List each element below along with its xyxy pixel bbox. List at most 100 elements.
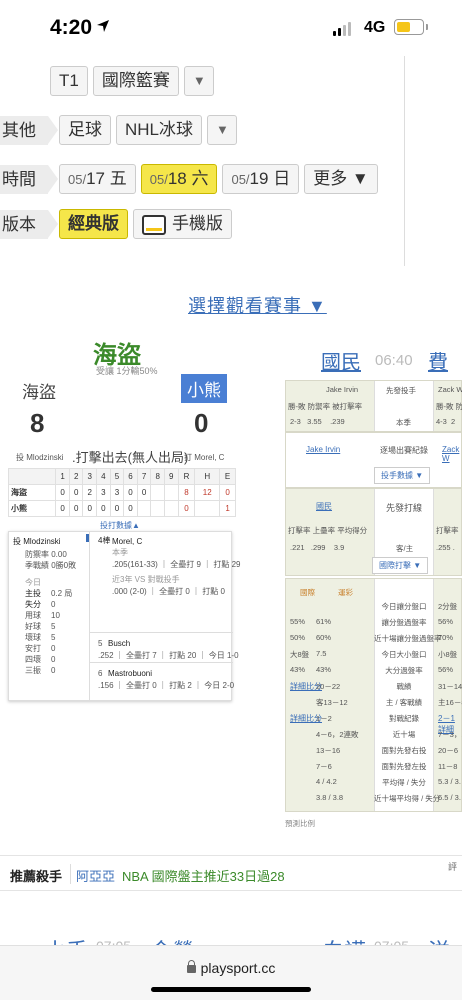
league-intl-basketball-button[interactable]: 國際籃賽 <box>92 66 179 96</box>
home-pitcher-link[interactable]: Zack W <box>442 445 461 463</box>
home-score: 0 <box>194 408 209 438</box>
batter-note: 打 Morel, C <box>184 453 225 462</box>
date-weekday: 五 <box>109 169 127 188</box>
batter-vs-stats: .000 (2-0) ｜ 全壘打 0 ｜ 打點 0 <box>112 587 225 596</box>
odds-cell: 13－16 <box>316 746 341 755</box>
location-arrow-icon <box>97 20 109 32</box>
home-bat-stats: .255 . <box>436 543 455 552</box>
league-t1-button[interactable]: T1 <box>50 66 88 96</box>
recommend-desc-link[interactable]: NBA 國際盤主推近33日過28 <box>122 866 285 885</box>
pitcher-note: 投 Mlodzinski <box>16 453 64 462</box>
divider <box>90 662 233 663</box>
nhl-button[interactable]: NHL冰球 <box>116 115 203 145</box>
pitcher-era: 防禦率 0.00 <box>25 550 67 559</box>
date-month: 05/ <box>68 172 87 187</box>
batter-stats: .252 ｜ 全壘打 7 ｜ 打點 20 ｜ 今日 1-0 <box>98 651 239 660</box>
odds-cell: 50% <box>290 633 306 642</box>
home-indicator[interactable] <box>151 987 311 992</box>
header-cell: 打擊率 <box>288 526 311 535</box>
date-month: 05/ <box>149 172 168 187</box>
batter-avg: .156 <box>98 681 114 690</box>
away-score: 8 <box>30 408 45 438</box>
odds-cell: 20－6 <box>438 746 459 755</box>
sports-lottery-label: 運彩 <box>338 588 353 597</box>
stat: .299 <box>310 543 326 552</box>
current-batter-marker <box>86 534 89 542</box>
chevron-down-icon[interactable]: ▼ <box>207 115 238 145</box>
odds-cell: 近十場 <box>392 730 416 739</box>
cell: 8 <box>150 468 165 485</box>
odds-cell: 讓分盤過盤率 <box>381 618 427 627</box>
recommend-user-link[interactable]: 阿亞亞 <box>76 866 115 885</box>
list-item: 壞球 5 <box>25 632 91 643</box>
cell: 2 <box>82 484 98 501</box>
batter-season-stats: .205(161-33) ｜ 全壘打 9 ｜ 打點 29 <box>112 560 241 569</box>
select-games-link[interactable]: 選擇觀看賽事 ▼ <box>188 292 327 318</box>
cell <box>136 500 152 517</box>
stats-toggle-link[interactable]: 投打數據▲ <box>100 520 140 531</box>
list-item: 用球 10 <box>25 610 91 621</box>
batter-vs-avg: .000 (2-0) <box>112 587 147 596</box>
pitcher-links-panel: Jake Irvin 逐場出賽紀錄 Zack W 投手數據 ▼ <box>285 432 462 488</box>
url-text: playsport.cc <box>200 960 276 976</box>
date-0518-button[interactable]: 05/18 六 <box>140 164 218 194</box>
home-team-name: 小熊 <box>181 374 227 403</box>
home-bat-header: 打擊率 <box>436 525 459 536</box>
table-row: 小熊 0 0 0 0 0 0 0 1 <box>7 500 236 517</box>
list-item: 三振 0 <box>25 665 91 676</box>
away-pitcher-link[interactable]: Jake Irvin <box>306 445 340 454</box>
cell: 1 <box>219 500 236 517</box>
batter-rbi: 打點 20 <box>169 651 197 660</box>
pitcher-stats-dropdown[interactable]: 投手數據 ▼ <box>374 467 431 484</box>
game2-time: 06:40 <box>375 352 413 369</box>
more-dates-button[interactable]: 更多 ▼ <box>304 164 378 194</box>
cell: 0 <box>109 500 125 517</box>
chevron-down-icon[interactable]: ▼ <box>183 66 214 96</box>
cell: E <box>219 468 236 485</box>
header-cell: 勝-敗 <box>288 402 306 411</box>
url-row: playsport.cc <box>0 960 462 976</box>
stat-value: 0 <box>51 666 56 675</box>
odds-cell: 4－6，2連敗 <box>316 730 359 739</box>
cell <box>163 500 179 517</box>
list-item: 好球 5 <box>25 621 91 632</box>
header-cell: 上壘率 <box>312 526 336 535</box>
cell: 6 <box>123 468 138 485</box>
date-0519-button[interactable]: 05/19 日 <box>222 164 300 194</box>
intl-batting-dropdown[interactable]: 國際打擊 ▼ <box>372 557 429 574</box>
odds-cell: 6.5 / 3. <box>438 793 461 802</box>
cell: 7 <box>136 468 152 485</box>
cell: R <box>177 468 196 485</box>
odds-cell: 70% <box>438 633 454 642</box>
odds-cell: 大分過盤率 <box>385 666 423 675</box>
header-cell: 平均得分 <box>337 526 368 535</box>
odds-cell: 20－22 <box>316 682 341 691</box>
soccer-button[interactable]: 足球 <box>59 115 111 145</box>
mobile-version-button[interactable]: 手機版 <box>133 209 232 239</box>
classic-version-button[interactable]: 經典版 <box>59 209 128 239</box>
league-row: T1 國際籃賽 ▼ <box>50 66 214 96</box>
header-cell: 防禦率 <box>455 402 462 411</box>
odds-cell: 主16－8 <box>438 698 462 707</box>
pitcher-lines: 主投 0.2 局 失分 0 用球 10 好球 5 壞球 5 安打 0 四壞 0 三振 0 <box>13 588 91 676</box>
stat: 2-3 <box>290 417 301 426</box>
stat: 4-3 <box>436 417 447 426</box>
batter-order: 5 <box>98 639 103 648</box>
cell: 3 <box>109 484 125 501</box>
away-lineup-link[interactable]: 國民 <box>316 501 332 512</box>
header-cell: 被打擊率 <box>332 402 363 411</box>
network-label: 4G <box>364 19 386 36</box>
game2-away-link[interactable]: 國民 <box>321 346 361 375</box>
pitcher-today: 今日 <box>25 578 41 587</box>
header-cell: 防禦率 <box>307 402 331 411</box>
date-month: 05/ <box>231 172 250 187</box>
cell: 9 <box>163 468 179 485</box>
odds-cell: 55% <box>290 617 306 626</box>
cell: 0 <box>68 500 84 517</box>
divider <box>90 632 233 633</box>
batter-name: Mastrobuoni <box>108 669 153 678</box>
stat: 3.55 <box>307 417 322 426</box>
home-pitcher-name: Zack W <box>438 385 462 394</box>
date-0517-button[interactable]: 05/17 五 <box>59 164 136 194</box>
batter-today: 今日 2-0 <box>204 681 235 690</box>
